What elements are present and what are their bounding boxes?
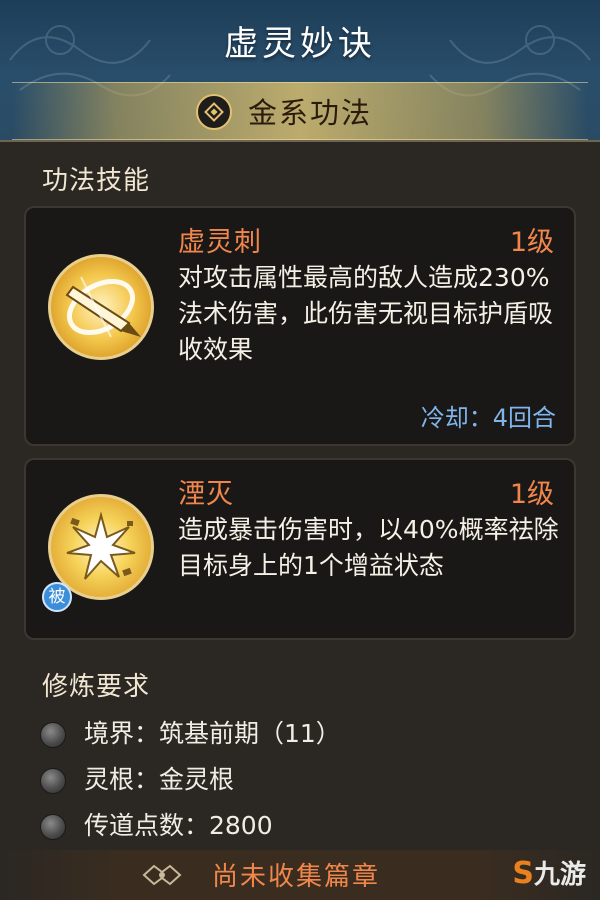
header-banner: 虚灵妙诀 金系功法 [0, 0, 600, 140]
footer-bar[interactable]: 尚未收集篇章 [0, 850, 600, 900]
skill-name: 湮灭 [178, 479, 234, 510]
status-dot-icon [40, 722, 66, 748]
technique-title: 虚灵妙诀 [224, 24, 376, 64]
skill-level: 1级 [509, 479, 554, 510]
scroll-chapter-icon [142, 864, 182, 886]
skill-description: 造成暴击伤害时，以40%概率祛除目标身上的1个增益状态 [178, 515, 559, 580]
skill-description: 对攻击属性最高的敌人造成230%法术伤害，此伤害无视目标护盾吸收效果 [178, 263, 554, 364]
requirement-text: 境界：筑基前期（11） [84, 719, 341, 748]
metal-element-icon [196, 94, 232, 130]
skill-name: 虚灵刺 [178, 227, 262, 258]
footer-label: 尚未收集篇章 [212, 862, 381, 892]
element-type-label: 金系功法 [248, 96, 373, 130]
golden-orbit-sword-icon [48, 254, 154, 360]
requirement-text: 灵根：金灵根 [84, 765, 235, 794]
site-watermark-logo: S九游 [512, 854, 586, 891]
skills-section-title: 功法技能 [42, 166, 151, 196]
requirement-text: 传道点数：2800 [84, 811, 273, 840]
skill-card-1[interactable]: 虚灵刺 1级 对攻击属性最高的敌人造成230%法术伤害，此伤害无视目标护盾吸收效… [24, 206, 576, 446]
skill-card-2[interactable]: 湮灭 1级 造成暴击伤害时，以40%概率祛除目标身上的1个增益状态 [24, 458, 576, 640]
skill-cooldown: 冷却：4回合 [420, 404, 556, 432]
skill-level: 1级 [509, 227, 554, 258]
requirements-section-title: 修炼要求 [42, 672, 151, 702]
header-divider [0, 140, 600, 142]
status-dot-icon [40, 768, 66, 794]
passive-badge: 被 [42, 582, 72, 612]
watermark-text: 九游 [533, 860, 586, 890]
status-dot-icon [40, 814, 66, 840]
watermark-symbol: S [512, 856, 534, 891]
